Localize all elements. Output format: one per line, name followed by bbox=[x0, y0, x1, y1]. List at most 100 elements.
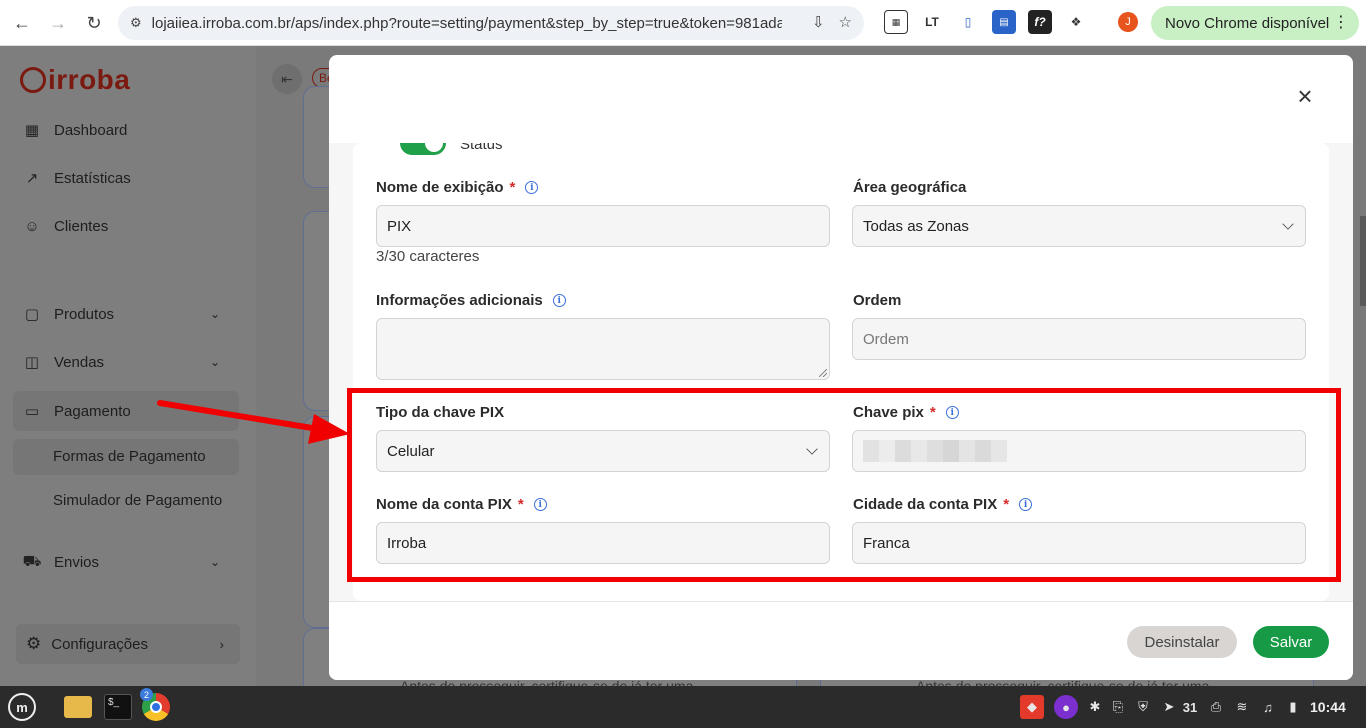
extensions-puzzle-icon[interactable]: ❖ bbox=[1064, 10, 1088, 34]
pix-key-label-text: Chave pix bbox=[853, 404, 924, 421]
sidebar-item-label: Produtos bbox=[54, 305, 115, 323]
pix-account-city-label-text: Cidade da conta PIX bbox=[853, 496, 998, 513]
save-button[interactable]: Salvar bbox=[1253, 626, 1329, 658]
chevron-down-icon: ⌄ bbox=[210, 355, 221, 369]
menu-dots-icon[interactable]: ⋮ bbox=[1333, 12, 1349, 32]
close-icon[interactable]: × bbox=[1293, 83, 1317, 109]
pix-account-name-input[interactable]: Irroba bbox=[376, 522, 830, 564]
sidebar-subitem-simulador[interactable]: Simulador de Pagamento bbox=[53, 492, 222, 509]
chrome-taskbar-icon[interactable]: 2 bbox=[140, 688, 172, 723]
pix-key-type-value: Celular bbox=[387, 442, 435, 460]
reload-icon[interactable]: ↻ bbox=[76, 5, 112, 41]
tray-counter: 31 bbox=[1182, 699, 1198, 715]
users-icon: ☺ bbox=[24, 217, 40, 235]
anydesk-icon[interactable]: ◆ bbox=[1020, 695, 1044, 719]
address-url[interactable]: lojaiiea.irroba.com.br/aps/index.php?rou… bbox=[152, 15, 782, 32]
display-name-counter: 3/30 caracteres bbox=[376, 248, 480, 265]
sidebar-item-dashboard[interactable]: ▦ Dashboard bbox=[22, 112, 127, 148]
chrome-update-button[interactable]: Novo Chrome disponível ⋮ bbox=[1151, 6, 1359, 40]
phone-extension-icon[interactable]: ▯ bbox=[956, 10, 980, 34]
forward-icon[interactable]: → bbox=[40, 5, 76, 41]
printer-icon[interactable]: ⎙ bbox=[1206, 697, 1226, 717]
geo-area-value: Todas as Zonas bbox=[863, 217, 969, 235]
required-asterisk: * bbox=[1003, 496, 1010, 513]
display-name-label: Nome de exibição * i bbox=[376, 179, 539, 196]
battery-icon[interactable]: ▮ bbox=[1284, 697, 1302, 717]
install-app-icon[interactable]: ⇩ bbox=[812, 13, 825, 31]
display-name-input[interactable]: PIX bbox=[376, 205, 830, 247]
chevron-down-icon: ⌄ bbox=[210, 307, 221, 321]
info-icon[interactable]: i bbox=[525, 181, 539, 194]
chevron-right-icon: › bbox=[219, 636, 224, 652]
status-label: Status bbox=[460, 143, 503, 153]
sidebar: irroba ▦ Dashboard ↗ Estatísticas ☺ Clie… bbox=[0, 46, 256, 686]
info-icon[interactable]: i bbox=[945, 406, 959, 419]
sidebar-item-label: Dashboard bbox=[54, 121, 128, 139]
sidebar-item-estatisticas[interactable]: ↗ Estatísticas bbox=[22, 160, 131, 196]
wifi-icon[interactable]: ≋ bbox=[1232, 697, 1252, 717]
taskbar: m $_ 2 ◆ ● ✱ ⎘ ⛨ ➤ 31 ⎙ ≋ ♫ ▮ 10:44 bbox=[0, 686, 1366, 728]
collapse-sidebar-icon[interactable]: ⇤ bbox=[272, 64, 302, 94]
sidebar-item-produtos[interactable]: ▢ Produtos ⌄ bbox=[22, 296, 242, 332]
sidebar-item-label: Pagamento bbox=[54, 402, 131, 420]
geo-area-label: Área geográfica bbox=[853, 179, 966, 196]
qr-extension-icon[interactable]: ▦ bbox=[884, 10, 908, 34]
sidebar-item-label: Clientes bbox=[54, 217, 109, 235]
shield-icon[interactable]: ⛨ bbox=[1134, 697, 1152, 717]
page-scrollbar[interactable] bbox=[1360, 216, 1366, 306]
clock[interactable]: 10:44 bbox=[1310, 699, 1346, 715]
font-finder-extension-icon[interactable]: f? bbox=[1028, 10, 1052, 34]
modal-body: Status Nome de exibição * i PIX 3/30 carac… bbox=[329, 143, 1353, 601]
pix-key-input[interactable] bbox=[852, 430, 1306, 472]
id-card-extension-icon[interactable]: ▤ bbox=[992, 10, 1016, 34]
display-name-label-text: Nome de exibição bbox=[376, 179, 504, 196]
back-icon[interactable]: ← bbox=[4, 5, 40, 41]
uninstall-button[interactable]: Desinstalar bbox=[1127, 626, 1237, 658]
languagetool-extension-icon[interactable]: LT bbox=[920, 10, 944, 34]
bag-icon: ◫ bbox=[24, 354, 40, 371]
sidebar-item-label: Vendas bbox=[54, 353, 105, 371]
terminal-icon[interactable]: $_ bbox=[102, 691, 134, 723]
sidebar-item-pagamento[interactable]: ▭ Pagamento bbox=[22, 393, 131, 429]
info-icon[interactable]: i bbox=[552, 294, 566, 307]
bluetooth-icon[interactable]: ✱ bbox=[1088, 697, 1102, 717]
pix-key-type-select[interactable]: Celular bbox=[376, 430, 830, 472]
volume-icon[interactable]: ♫ bbox=[1258, 697, 1278, 717]
pix-account-city-input[interactable]: Franca bbox=[852, 522, 1306, 564]
start-menu-icon[interactable]: m bbox=[6, 691, 38, 723]
chevron-down-icon: ⌄ bbox=[210, 555, 221, 569]
profile-avatar[interactable]: J bbox=[1118, 12, 1138, 32]
required-asterisk: * bbox=[517, 496, 524, 513]
pix-account-name-label-text: Nome da conta PIX bbox=[376, 496, 512, 513]
geo-area-select[interactable]: Todas as Zonas bbox=[852, 205, 1306, 247]
clipboard-icon[interactable]: ⎘ bbox=[1110, 697, 1126, 717]
sidebar-item-clientes[interactable]: ☺ Clientes bbox=[22, 208, 108, 244]
pix-key-type-label-text: Tipo da chave PIX bbox=[376, 404, 505, 421]
additional-info-textarea[interactable] bbox=[376, 318, 830, 380]
notification-icon[interactable]: ➤ bbox=[1160, 697, 1178, 717]
irroba-logo[interactable]: irroba bbox=[20, 64, 130, 96]
sidebar-item-vendas[interactable]: ◫ Vendas ⌄ bbox=[22, 344, 242, 380]
additional-info-label-text: Informações adicionais bbox=[376, 292, 543, 309]
geo-area-label-text: Área geográfica bbox=[853, 179, 967, 196]
payment-settings-modal: × Status Nome de exibição * i PIX 3/30 car… bbox=[329, 55, 1353, 680]
additional-info-label: Informações adicionais i bbox=[376, 292, 566, 309]
pix-key-type-label: Tipo da chave PIX bbox=[376, 404, 504, 421]
site-info-icon[interactable]: ⚙ bbox=[130, 15, 142, 31]
order-input[interactable]: Ordem bbox=[852, 318, 1306, 360]
sidebar-item-envios[interactable]: ⛟ Envios ⌄ bbox=[22, 544, 242, 580]
firefox-tray-icon[interactable]: ● bbox=[1054, 695, 1078, 719]
status-toggle[interactable] bbox=[400, 143, 446, 155]
folder-icon[interactable] bbox=[62, 691, 94, 723]
chevron-down-icon bbox=[1282, 218, 1294, 230]
chart-icon: ↗ bbox=[25, 170, 39, 187]
bookmark-star-icon[interactable]: ☆ bbox=[839, 13, 852, 31]
sidebar-subitem-formas-de-pagamento[interactable]: Formas de Pagamento bbox=[53, 448, 206, 465]
sidebar-item-label: Envios bbox=[54, 553, 100, 571]
settings-label: Configurações bbox=[51, 635, 148, 653]
address-bar[interactable]: ⚙ lojaiiea.irroba.com.br/aps/index.php?r… bbox=[118, 6, 864, 40]
required-asterisk: * bbox=[929, 404, 936, 421]
info-icon[interactable]: i bbox=[533, 498, 547, 511]
info-icon[interactable]: i bbox=[1019, 498, 1033, 511]
settings-button[interactable]: ⚙ Configurações › bbox=[16, 624, 240, 664]
